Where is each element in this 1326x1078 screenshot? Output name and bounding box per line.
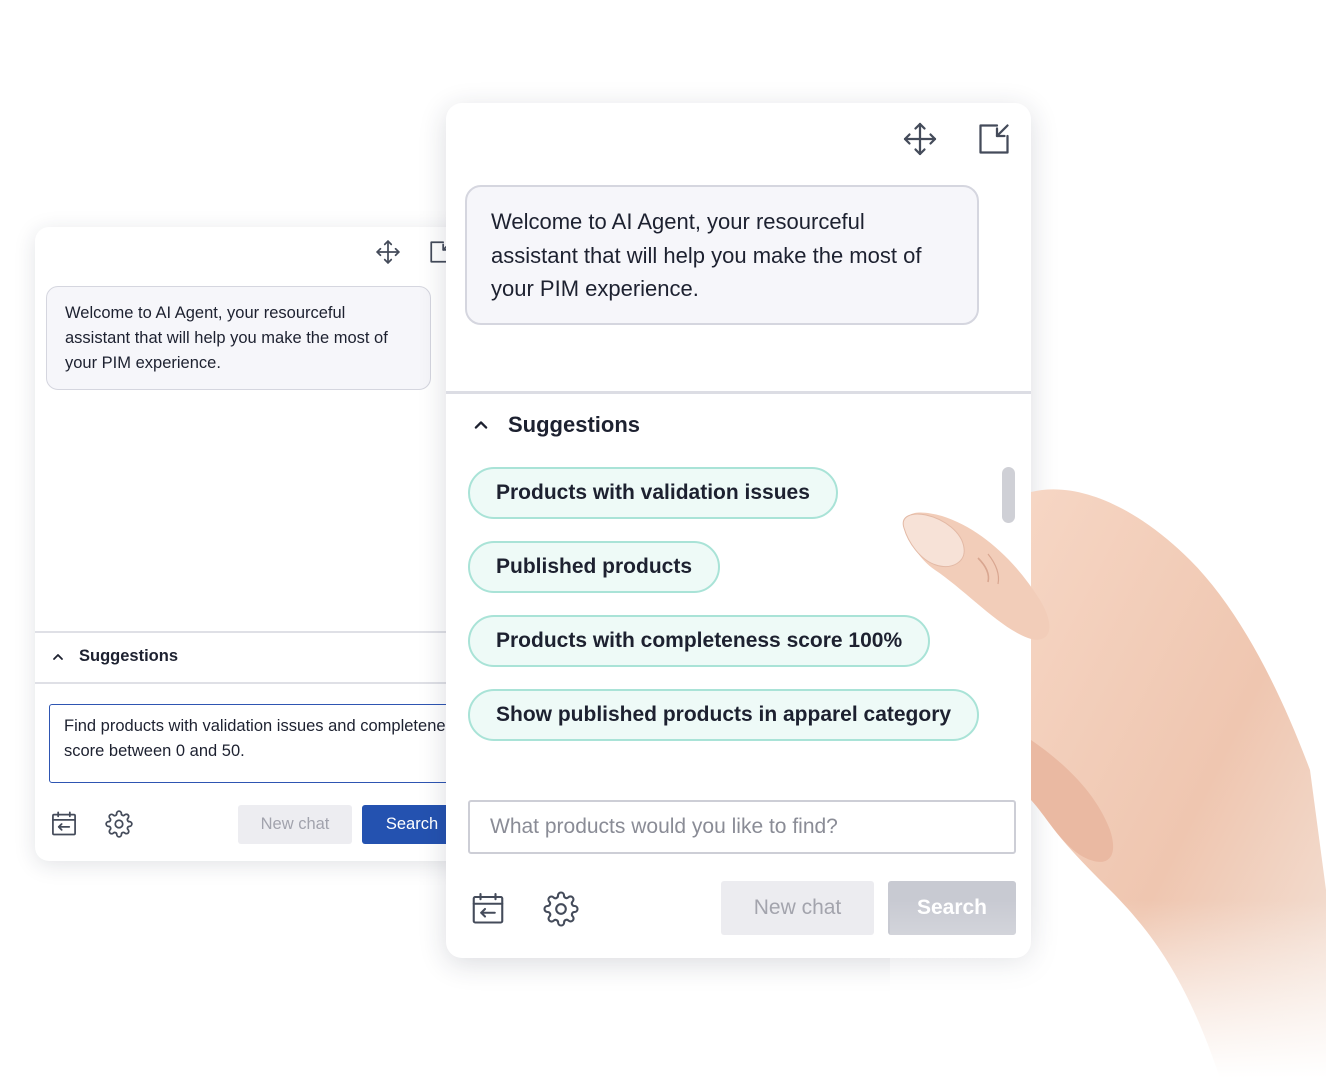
suggestions-toggle[interactable]: Suggestions xyxy=(51,647,178,666)
chevron-up-icon xyxy=(472,416,490,434)
divider xyxy=(446,391,1031,394)
move-icon[interactable] xyxy=(902,121,938,157)
chevron-up-icon xyxy=(51,650,65,664)
ai-agent-panel-back: Welcome to AI Agent, your resourceful as… xyxy=(35,227,475,861)
popout-icon[interactable] xyxy=(976,121,1012,157)
suggestion-chip[interactable]: Published products xyxy=(468,541,721,593)
welcome-message: Welcome to AI Agent, your resourceful as… xyxy=(465,185,979,325)
suggestions-toggle[interactable]: Suggestions xyxy=(472,412,640,438)
gear-icon[interactable] xyxy=(105,810,133,838)
gear-icon[interactable] xyxy=(543,891,579,927)
hand-illustration xyxy=(890,489,1326,1078)
welcome-message: Welcome to AI Agent, your resourceful as… xyxy=(46,286,431,390)
divider xyxy=(35,631,475,633)
new-chat-button[interactable]: New chat xyxy=(721,881,874,935)
suggestions-label: Suggestions xyxy=(79,647,179,665)
suggestions-label: Suggestions xyxy=(508,412,641,437)
query-input[interactable]: Find products with validation issues and… xyxy=(49,704,475,783)
history-icon[interactable] xyxy=(50,810,78,838)
suggestion-chip[interactable]: Products with completeness score 100% xyxy=(468,615,931,667)
move-icon[interactable] xyxy=(375,239,401,265)
divider xyxy=(35,682,475,684)
history-icon[interactable] xyxy=(470,891,506,927)
new-chat-button[interactable]: New chat xyxy=(238,805,352,844)
suggestion-chip[interactable]: Products with validation issues xyxy=(468,467,838,519)
